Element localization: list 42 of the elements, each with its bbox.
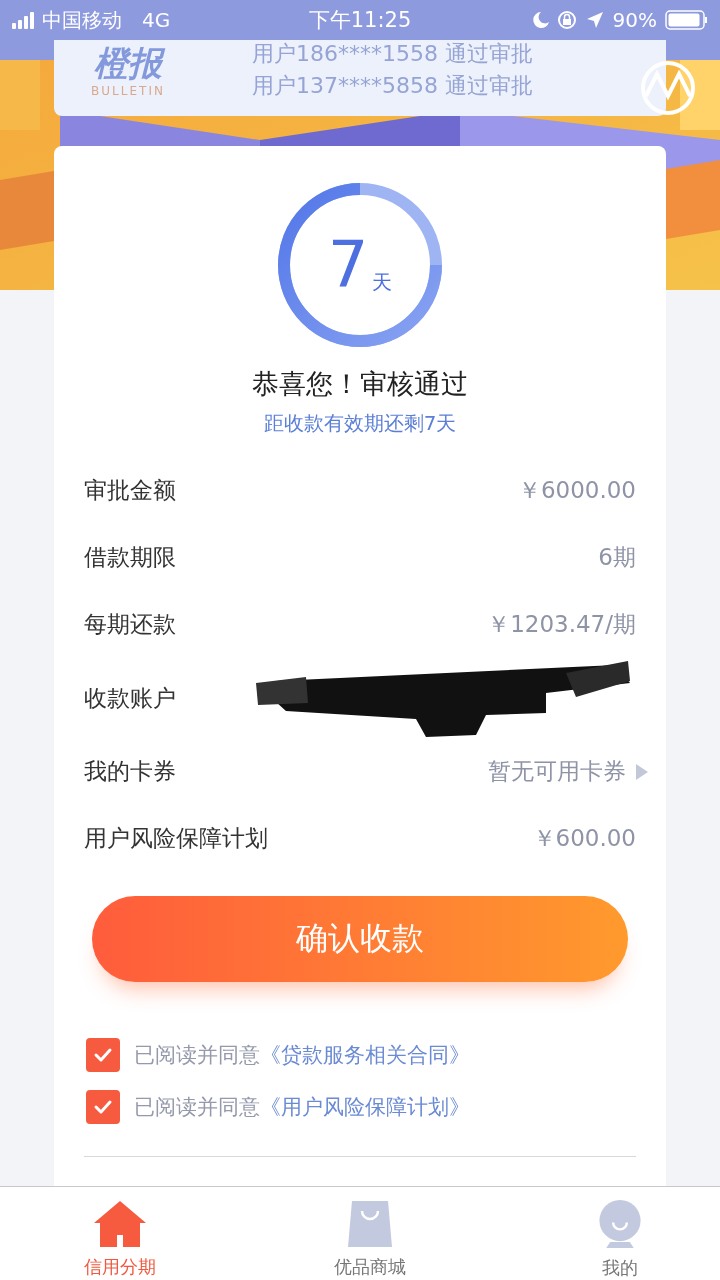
shopping-bag-icon <box>346 1199 394 1247</box>
bulletin-message: 用户137****5858 通过审批 <box>252 73 533 100</box>
agreement-checkbox[interactable] <box>86 1090 120 1124</box>
battery-icon <box>665 10 708 30</box>
battery-percent: 90% <box>612 8 657 32</box>
agreement-link[interactable]: 《贷款服务相关合同》 <box>260 1043 470 1067</box>
approval-title: 恭喜您！审核通过 <box>252 367 468 401</box>
agreement-link[interactable]: 《用户风险保障计划》 <box>260 1095 470 1119</box>
countdown-number: 7 <box>327 233 369 297</box>
nav-tab[interactable]: 优品商城 <box>330 1187 410 1280</box>
validity-note: 距收款有效期还剩7天 <box>263 410 457 437</box>
detail-label: 收款账户 <box>84 683 176 713</box>
detail-label: 每期还款 <box>84 610 176 639</box>
detail-value: 6期 <box>598 543 636 572</box>
detail-label: 我的卡券 <box>84 757 176 786</box>
bulletin-logo-caption: BULLETIN <box>91 84 165 98</box>
detail-value: ￥6000.00 <box>517 476 636 505</box>
detail-label: 借款期限 <box>84 543 176 572</box>
bulletin-message: 用户186****1558 通过审批 <box>252 40 533 67</box>
detail-label: 审批金额 <box>84 476 176 505</box>
triangle-arrow-icon <box>634 762 648 781</box>
face-avatar-icon <box>596 1199 644 1248</box>
agreement-checkbox[interactable] <box>86 1038 120 1072</box>
check-icon <box>93 1098 113 1116</box>
rotation-lock-icon <box>556 10 577 30</box>
agreement-text: 已阅读并同意《用户风险保障计划》 <box>134 1094 470 1121</box>
status-time: 下午11:25 <box>308 7 412 34</box>
network-type: 4G <box>142 8 171 32</box>
house-icon <box>94 1199 146 1247</box>
nav-tab[interactable]: 信用分期 <box>80 1187 160 1280</box>
signal-icon <box>12 11 34 29</box>
coupon-link[interactable]: 暂无可用卡券 <box>488 756 626 787</box>
nav-tab[interactable]: 我的 <box>580 1187 660 1280</box>
detail-value: ￥1203.47/期 <box>487 610 636 639</box>
confirm-button[interactable]: 确认收款 <box>92 896 628 982</box>
circle-logo-icon <box>640 60 696 116</box>
countdown-unit: 天 <box>372 268 393 296</box>
detail-value: ￥600.00 <box>532 824 636 853</box>
carrier-name: 中国移动 <box>42 6 122 34</box>
check-icon <box>93 1046 113 1064</box>
agreement-text: 已阅读并同意《贷款服务相关合同》 <box>134 1042 470 1069</box>
detail-label: 用户风险保障计划 <box>84 824 268 853</box>
